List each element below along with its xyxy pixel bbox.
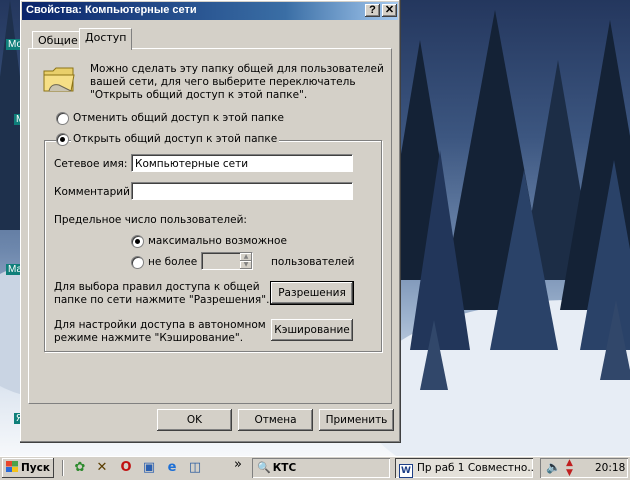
radio-max-users-label[interactable]: максимально возможное (148, 235, 287, 247)
tab-label: Общие (38, 34, 78, 47)
help-button[interactable]: ? (365, 4, 380, 17)
comment-input[interactable] (131, 182, 353, 200)
comment-label: Комментарий: (54, 186, 134, 198)
address-label: КТС (272, 462, 297, 474)
permissions-text-line: папке по сети нажмите "Разрешения". (54, 294, 270, 306)
apply-button[interactable]: Применить (319, 409, 394, 431)
system-tray: 🔈 ▲ ▼ 20:18 (540, 458, 628, 478)
spin-up-icon[interactable]: ▲ (240, 253, 252, 261)
flower-icon[interactable]: ✿ (72, 460, 88, 476)
caching-text-line: режиме нажмите "Кэширование". (54, 332, 244, 344)
taskbar-separator (62, 460, 64, 476)
radio-limit-users[interactable] (131, 256, 144, 269)
permissions-button[interactable]: Разрешения (270, 281, 354, 305)
desktop-shortcut-icon[interactable]: ◫ (187, 460, 203, 476)
spinner-arrows[interactable]: ▲ ▼ (240, 253, 252, 269)
shared-folder-icon (43, 67, 75, 92)
start-label: Пуск (21, 462, 50, 474)
users-suffix-label: пользователей (271, 256, 355, 268)
tab-general[interactable]: Общие (32, 31, 84, 49)
radio-no-share[interactable] (56, 112, 69, 125)
info-text-line: Можно сделать эту папку общей для пользо… (90, 63, 384, 75)
address-toolbar[interactable]: 🔍 КТС (252, 458, 390, 478)
caching-text-line: Для настройки доступа в автономном (54, 319, 266, 331)
volume-icon[interactable]: 🔈 (546, 460, 561, 474)
opera-icon[interactable]: O (118, 460, 134, 476)
share-name-input[interactable]: Компьютерные сети (131, 154, 353, 172)
language-switch-icon[interactable]: ▲ ▼ (566, 458, 573, 478)
radio-no-share-label[interactable]: Отменить общий доступ к этой папке (73, 112, 284, 124)
quicklaunch-more-chevron[interactable]: » (230, 457, 246, 473)
search-icon: 🔍 (257, 461, 271, 474)
word-icon: W (399, 464, 413, 478)
tab-panel-sharing: Можно сделать эту папку общей для пользо… (28, 48, 392, 404)
task-label: Пр раб 1 Совместно... (417, 462, 533, 474)
start-button[interactable]: Пуск (2, 458, 54, 478)
radio-limit-users-label[interactable]: не более (148, 256, 197, 268)
radio-share[interactable] (56, 133, 69, 146)
butterfly-icon[interactable]: ✕ (94, 460, 110, 476)
tab-sharing[interactable]: Доступ (79, 28, 133, 50)
ok-button[interactable]: OK (157, 409, 232, 431)
taskbar-task-button[interactable]: W Пр раб 1 Совместно... (395, 458, 533, 478)
tab-label: Доступ (85, 31, 127, 44)
dialog-title: Свойства: Компьютерные сети (26, 4, 197, 16)
radio-dot (60, 137, 65, 142)
clock[interactable]: 20:18 (595, 462, 625, 474)
title-bar[interactable]: Свойства: Компьютерные сети ? ✕ (22, 2, 398, 20)
radio-max-users[interactable] (131, 235, 144, 248)
share-name-label: Сетевое имя: (54, 158, 128, 170)
radio-dot (135, 239, 140, 244)
cancel-button[interactable]: Отмена (238, 409, 313, 431)
close-button[interactable]: ✕ (382, 4, 397, 17)
internet-explorer-icon[interactable]: e (164, 460, 180, 476)
network-icon[interactable]: ▣ (141, 460, 157, 476)
properties-dialog: Свойства: Компьютерные сети ? ✕ Общие До… (20, 0, 401, 443)
caching-button[interactable]: Кэширование (271, 319, 353, 341)
info-text-line: "Открыть общий доступ к этой папке". (90, 89, 308, 101)
permissions-text-line: Для выбора правил доступа к общей (54, 281, 260, 293)
user-limit-label: Предельное число пользователей: (54, 214, 247, 226)
info-text-line: вашей сети, для чего выберите переключат… (90, 76, 356, 88)
windows-logo-icon (6, 461, 18, 472)
radio-share-label[interactable]: Открыть общий доступ к этой папке (71, 133, 280, 145)
spin-down-icon[interactable]: ▼ (240, 261, 252, 269)
taskbar: Пуск ✿ ✕ O ▣ e ◫ » 🔍 КТС W Пр раб 1 Совмес… (0, 456, 630, 480)
